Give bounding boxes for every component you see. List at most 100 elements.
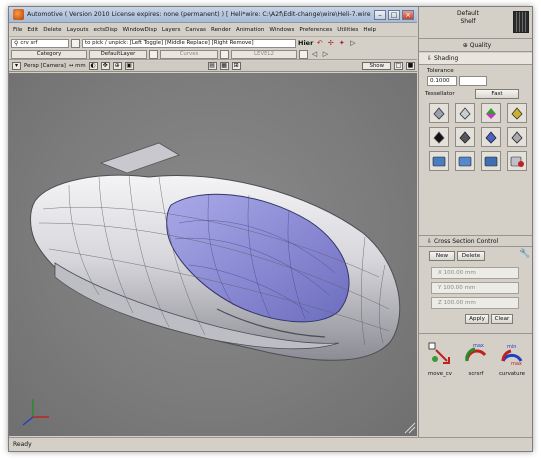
shading-section[interactable]: ⇩ Shading <box>419 53 532 65</box>
cross-section-z[interactable]: Z 100.00 mm <box>431 297 519 309</box>
menu-file[interactable]: File <box>13 27 22 33</box>
zoom-readout: ↔ mm <box>68 63 86 69</box>
wrench-icon[interactable]: 🔧 <box>519 249 530 259</box>
tolerance-input[interactable]: 0.1000 <box>427 76 457 86</box>
axes-toggle-icon[interactable]: ⊞ <box>231 62 241 70</box>
scale-surface-icon: max <box>465 343 487 362</box>
dolly-icon[interactable]: ⊕ <box>112 62 122 70</box>
shade-toggle-gold-icon[interactable] <box>507 103 527 123</box>
cross-section-title[interactable]: ⇩ Cross Section Control <box>419 235 532 247</box>
svg-text:max: max <box>473 343 484 349</box>
menu-edit[interactable]: Edit <box>27 27 38 33</box>
tolerance-slider[interactable] <box>459 76 487 86</box>
layer-level2[interactable]: LEVEL2 <box>231 49 297 59</box>
toolbar-mode-label[interactable]: Hier <box>298 39 313 47</box>
grid-toggle-icon[interactable]: ▦ <box>219 62 229 70</box>
viewport-menu-icon[interactable]: ▾ <box>12 62 21 70</box>
shade-toggle-grey-icon[interactable] <box>507 127 527 147</box>
display-mode-1-icon[interactable] <box>429 151 449 171</box>
category-selector[interactable]: Category <box>11 49 87 59</box>
shade-toggle-multicolor-icon[interactable] <box>481 103 501 123</box>
helicopter-model <box>22 142 416 434</box>
curves-visibility-toggle[interactable] <box>220 49 229 59</box>
tool-curvature[interactable]: min max curvature <box>497 341 527 377</box>
search-input[interactable]: ⚲ crv srf <box>11 38 69 48</box>
menu-layers[interactable]: Layers <box>162 27 181 33</box>
quality-section[interactable]: ⊕ Quality <box>419 40 532 52</box>
menu-objects-display[interactable]: ectsDisp <box>94 27 118 33</box>
level2-visibility-toggle[interactable] <box>299 49 308 59</box>
menu-utilities[interactable]: Utilities <box>337 27 358 33</box>
shelf-name: Default <box>457 10 479 17</box>
tool-curvature-label: curvature <box>498 371 526 377</box>
tumble-icon[interactable]: ◐ <box>88 62 98 70</box>
shade-toggle-chrome-icon[interactable] <box>429 103 449 123</box>
shelf-subname: Shelf <box>460 18 476 25</box>
maximize-button[interactable]: □ <box>388 9 400 20</box>
tool-move-cv-label: move_cv <box>428 371 452 377</box>
menu-render[interactable]: Render <box>211 27 231 33</box>
menu-canvas[interactable]: Canvas <box>185 27 206 33</box>
snap-curve-icon[interactable]: ✦ <box>337 39 346 48</box>
toolbar: ⚲ crv srf to pick / unpick: [Left Toggle… <box>9 36 417 60</box>
tool-move-cv[interactable]: move_cv <box>425 341 455 377</box>
layer-prev-icon[interactable]: ◁ <box>310 50 319 59</box>
shelf-stack-icon[interactable] <box>513 11 529 33</box>
viewport-close-icon[interactable]: ■ <box>406 62 415 70</box>
axis-triad-icon <box>22 399 49 426</box>
app-logo-icon <box>13 9 24 20</box>
display-mode-3-icon[interactable] <box>481 151 501 171</box>
shading-collapse-icon: ⇩ <box>427 55 434 62</box>
minimize-button[interactable]: – <box>374 9 386 20</box>
camera-icon[interactable]: ▤ <box>207 62 217 70</box>
level2-layer-label: LEVEL2 <box>254 50 274 57</box>
view-name[interactable]: Persp [Camera] <box>24 63 66 69</box>
pick-mode-toggle[interactable] <box>71 38 80 48</box>
undo-icon[interactable]: ↶ <box>315 39 324 48</box>
clear-button[interactable]: Clear <box>491 314 513 324</box>
play-right-icon[interactable]: ▷ <box>348 39 357 48</box>
category-label: Category <box>36 50 62 57</box>
viewport-resize-grip-icon <box>404 422 416 434</box>
cross-section-y[interactable]: Y 100.00 mm <box>431 282 519 294</box>
3d-viewport[interactable] <box>9 73 417 436</box>
apply-button[interactable]: Apply <box>465 314 489 324</box>
cross-section-x[interactable]: X 100.00 mm <box>431 267 519 279</box>
layer-visibility-toggle[interactable] <box>149 49 158 59</box>
menu-animation[interactable]: Animation <box>236 27 265 33</box>
menu-windows[interactable]: Windows <box>269 27 294 33</box>
menu-layouts[interactable]: Layouts <box>67 27 89 33</box>
show-button[interactable]: Show <box>362 62 391 70</box>
display-mode-4-icon[interactable] <box>507 151 527 171</box>
viewport-maximize-icon[interactable]: □ <box>394 62 403 70</box>
close-button[interactable]: × <box>402 9 414 20</box>
search-value: crv srf <box>20 39 38 46</box>
menu-help[interactable]: Help <box>363 27 376 33</box>
fit-view-icon[interactable]: ▣ <box>124 62 134 70</box>
control-panel: Default Shelf ⊕ Quality ⇩ Shading Tolera… <box>418 7 532 437</box>
shade-toggle-blue-icon[interactable] <box>481 127 501 147</box>
display-mode-2-icon[interactable] <box>455 151 475 171</box>
toolbar-row-pick: ⚲ crv srf to pick / unpick: [Left Toggle… <box>11 38 357 48</box>
shade-toggle-dark-icon[interactable] <box>455 127 475 147</box>
menu-window-display[interactable]: WindowDisp <box>123 27 157 33</box>
menu-delete[interactable]: Delete <box>43 27 61 33</box>
shade-toggle-smooth-icon[interactable] <box>455 103 475 123</box>
tool-scrsrf-label: scrsrf <box>468 371 484 377</box>
layer-curves[interactable]: Curves <box>160 49 218 59</box>
viewport-header: ▾ Persp [Camera] ↔ mm ◐ ✥ ⊕ ▣ ▤ ▦ ⊞ Show… <box>9 61 417 72</box>
shade-toggle-black-icon[interactable] <box>429 127 449 147</box>
track-icon[interactable]: ✥ <box>100 62 110 70</box>
svg-text:min: min <box>507 344 516 350</box>
tool-scrsrf[interactable]: max scrsrf <box>461 341 491 377</box>
shelf-title[interactable]: Default Shelf <box>433 10 503 26</box>
menu-preferences[interactable]: Preferences <box>299 27 332 33</box>
shading-label: Shading <box>433 55 459 62</box>
application-window: Automotive ( Version 2010 License expire… <box>8 6 533 452</box>
tessellator-select[interactable]: Fast <box>475 89 519 99</box>
cross-section-delete-button[interactable]: Delete <box>457 251 485 261</box>
cross-section-new-button[interactable]: New <box>429 251 455 261</box>
layer-default[interactable]: DefaultLayer <box>89 49 147 59</box>
layer-next-icon[interactable]: ▷ <box>321 50 330 59</box>
snap-grid-icon[interactable]: ✢ <box>326 39 335 48</box>
